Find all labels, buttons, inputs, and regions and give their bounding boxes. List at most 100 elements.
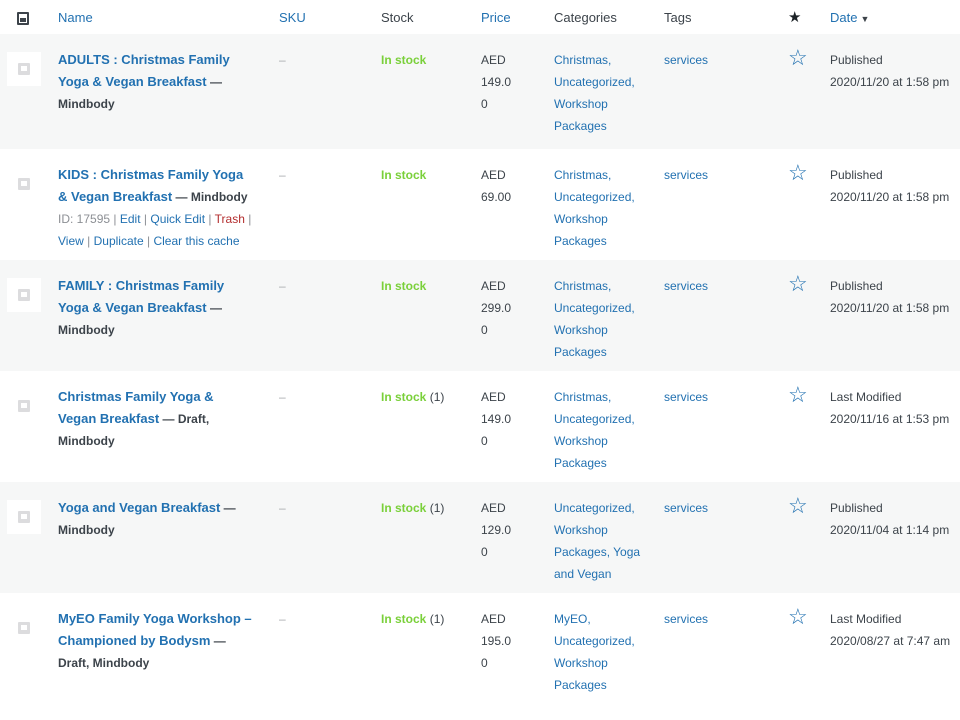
stock-cell: In stock xyxy=(373,34,473,149)
date-status: Last Modified xyxy=(830,612,902,626)
price-header-label[interactable]: Price xyxy=(481,10,511,25)
edit-link[interactable]: Edit xyxy=(120,212,141,226)
featured-star-icon[interactable]: ★ xyxy=(788,9,801,26)
table-row: MyEO Family Yoga Workshop – Championed b… xyxy=(0,593,960,704)
product-thumbnail[interactable] xyxy=(7,611,41,645)
product-thumbnail[interactable] xyxy=(7,52,41,86)
sort-desc-icon[interactable]: ▼ xyxy=(860,14,869,24)
stock-cell: In stock (1) xyxy=(373,371,473,482)
category-links[interactable]: Christmas, Uncategorized, Workshop Packa… xyxy=(554,279,635,359)
product-thumbnail[interactable] xyxy=(7,278,41,312)
categories-cell: MyEO, Uncategorized, Workshop Packages xyxy=(546,593,656,704)
categories-cell: Christmas, Uncategorized, Workshop Packa… xyxy=(546,34,656,149)
sku-value: – xyxy=(279,53,286,67)
table-row: ADULTS : Christmas Family Yoga & Vegan B… xyxy=(0,34,960,149)
sku-value: – xyxy=(279,501,286,515)
price-value: AED 149.0 xyxy=(481,390,512,426)
date-status: Published xyxy=(830,279,883,293)
placeholder-image-icon xyxy=(18,178,30,190)
featured-toggle-star-icon[interactable]: ☆ xyxy=(788,47,808,69)
sku-cell: – xyxy=(271,593,373,704)
product-id: ID: 17595 xyxy=(58,212,111,226)
price-value-wrap: 0 xyxy=(481,656,488,670)
name-header-label[interactable]: Name xyxy=(58,10,93,25)
date-header-label[interactable]: Date xyxy=(830,10,857,25)
product-thumbnail[interactable] xyxy=(7,389,41,423)
tag-link[interactable]: services xyxy=(664,390,708,404)
sku-column-header[interactable]: SKU xyxy=(271,0,373,34)
view-link[interactable]: View xyxy=(58,234,84,248)
table-row: FAMILY : Christmas Family Yoga & Vegan B… xyxy=(0,260,960,371)
featured-cell: ☆ xyxy=(766,593,822,704)
name-cell: FAMILY : Christmas Family Yoga & Vegan B… xyxy=(50,260,271,371)
featured-toggle-star-icon[interactable]: ☆ xyxy=(788,273,808,295)
separator: | xyxy=(248,212,252,226)
date-value: 2020/11/16 at 1:53 pm xyxy=(830,412,950,426)
tag-link[interactable]: services xyxy=(664,501,708,515)
tags-cell: services xyxy=(656,260,766,371)
table-row: Christmas Family Yoga & Vegan Breakfast … xyxy=(0,371,960,482)
date-value: 2020/08/27 at 7:47 am xyxy=(830,634,951,648)
thumbnail-cell xyxy=(0,260,50,371)
sku-value: – xyxy=(279,390,286,404)
date-value: 2020/11/20 at 1:58 pm xyxy=(830,301,950,315)
tag-link[interactable]: services xyxy=(664,612,708,626)
duplicate-link[interactable]: Duplicate xyxy=(94,234,144,248)
date-value: 2020/11/20 at 1:58 pm xyxy=(830,190,950,204)
date-status: Last Modified xyxy=(830,390,902,404)
category-links[interactable]: Uncategorized, Workshop Packages, Yoga a… xyxy=(554,501,640,581)
sku-value: – xyxy=(279,168,286,182)
tags-cell: services xyxy=(656,482,766,593)
featured-toggle-star-icon[interactable]: ☆ xyxy=(788,162,808,184)
product-thumbnail[interactable] xyxy=(7,167,41,201)
featured-toggle-star-icon[interactable]: ☆ xyxy=(788,606,808,628)
name-cell: Yoga and Vegan Breakfast — Mindbody xyxy=(50,482,271,593)
featured-column-header[interactable]: ★ xyxy=(766,0,822,34)
tag-link[interactable]: services xyxy=(664,279,708,293)
tags-cell: services xyxy=(656,371,766,482)
featured-toggle-star-icon[interactable]: ☆ xyxy=(788,384,808,406)
quick-edit-link[interactable]: Quick Edit xyxy=(150,212,205,226)
category-links[interactable]: Christmas, Uncategorized, Workshop Packa… xyxy=(554,53,635,133)
name-cell: KIDS : Christmas Family Yoga & Vegan Bre… xyxy=(50,149,271,260)
stock-status: In stock xyxy=(381,53,427,67)
sku-header-label[interactable]: SKU xyxy=(279,10,306,25)
date-column-header[interactable]: Date ▼ xyxy=(822,0,960,34)
clear-cache-link[interactable]: Clear this cache xyxy=(153,234,239,248)
stock-status: In stock xyxy=(381,390,427,404)
category-links[interactable]: Christmas, Uncategorized, Workshop Packa… xyxy=(554,168,635,248)
price-column-header[interactable]: Price xyxy=(473,0,546,34)
thumbnail-cell xyxy=(0,34,50,149)
product-thumbnail[interactable] xyxy=(7,500,41,534)
placeholder-image-icon xyxy=(18,63,30,75)
tag-link[interactable]: services xyxy=(664,168,708,182)
product-name-link[interactable]: Yoga and Vegan Breakfast xyxy=(58,500,220,515)
sku-value: – xyxy=(279,612,286,626)
separator: | xyxy=(143,212,148,226)
featured-cell: ☆ xyxy=(766,34,822,149)
price-value-wrap: 0 xyxy=(481,545,488,559)
price-value-wrap: 0 xyxy=(481,97,488,111)
featured-cell: ☆ xyxy=(766,260,822,371)
product-name-link[interactable]: FAMILY : Christmas Family Yoga & Vegan B… xyxy=(58,278,224,315)
featured-cell: ☆ xyxy=(766,149,822,260)
date-status: Published xyxy=(830,501,883,515)
stock-quantity: (1) xyxy=(429,501,445,515)
price-cell: AED 299.0 0 xyxy=(473,260,546,371)
product-name-link[interactable]: ADULTS : Christmas Family Yoga & Vegan B… xyxy=(58,52,230,89)
featured-cell: ☆ xyxy=(766,371,822,482)
name-column-header[interactable]: Name xyxy=(50,0,271,34)
featured-toggle-star-icon[interactable]: ☆ xyxy=(788,495,808,517)
price-value: AED 195.0 xyxy=(481,612,512,648)
sku-cell: – xyxy=(271,149,373,260)
product-post-state: — Mindbody xyxy=(175,190,248,204)
thumbnail-cell xyxy=(0,593,50,704)
image-icon xyxy=(17,11,29,25)
trash-link[interactable]: Trash xyxy=(215,212,245,226)
category-links[interactable]: MyEO, Uncategorized, Workshop Packages xyxy=(554,612,635,692)
stock-quantity: (1) xyxy=(429,390,445,404)
stock-cell: In stock (1) xyxy=(373,482,473,593)
tags-column-header: Tags xyxy=(656,0,766,34)
tag-link[interactable]: services xyxy=(664,53,708,67)
category-links[interactable]: Christmas, Uncategorized, Workshop Packa… xyxy=(554,390,635,470)
